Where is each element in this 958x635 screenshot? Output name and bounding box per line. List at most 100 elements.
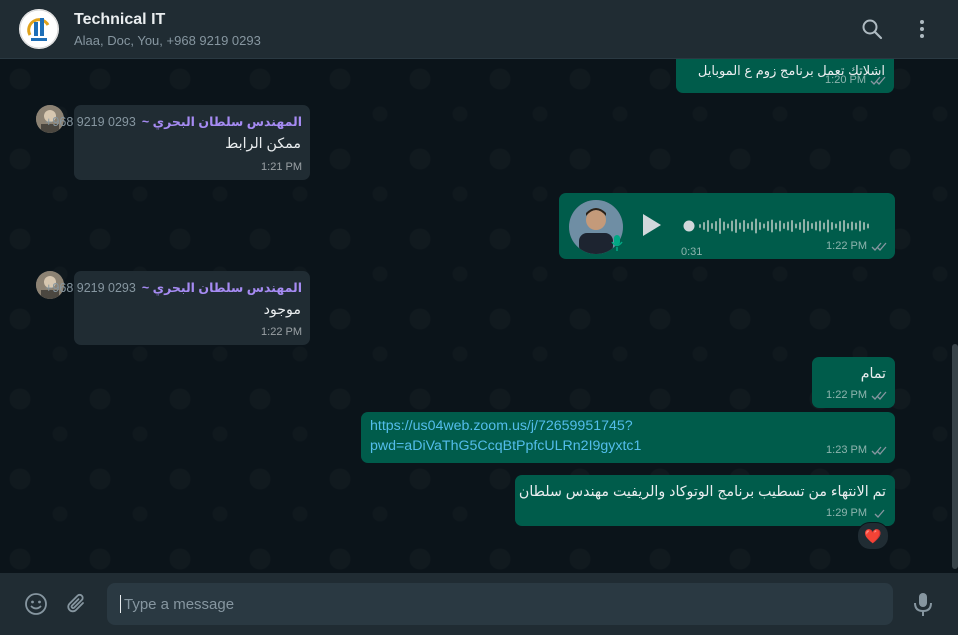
scrollbar-thumb[interactable] xyxy=(952,344,958,569)
waveform-bar xyxy=(767,221,769,231)
single-check-icon xyxy=(874,509,885,518)
group-avatar[interactable] xyxy=(19,9,59,49)
chat-participants: Alaa, Doc, You, +968 9219 0293 xyxy=(74,33,261,48)
waveform-bar xyxy=(747,223,749,229)
waveform-bar xyxy=(799,222,801,230)
microphone-icon xyxy=(914,593,932,616)
zoom-link-line-2[interactable]: pwd=aDiVaThG5CcqBtPpfcULRn2I9gyxtc1 xyxy=(370,437,641,456)
sender-info: +968 9219 0293 ~ المهندس سلطان البحري xyxy=(45,113,302,132)
double-check-icon xyxy=(870,76,886,85)
message-input-placeholder: Type a message xyxy=(124,596,235,613)
double-check-icon xyxy=(871,391,887,400)
zoom-link-line-1[interactable]: https://us04web.zoom.us/j/72659951745? xyxy=(370,417,633,436)
voice-record-button[interactable] xyxy=(911,591,935,622)
message-bubble-outgoing[interactable]: تم الانتهاء من تسطيب برنامج الوتوكاد وال… xyxy=(515,475,895,526)
waveform-bar xyxy=(819,220,821,232)
message-meta: 1:20 PM xyxy=(825,71,886,90)
waveform-bar xyxy=(699,224,701,228)
waveform-bar xyxy=(803,219,805,233)
message-bubble-outgoing[interactable]: تمام 1:22 PM xyxy=(812,357,895,408)
waveform-bar xyxy=(771,219,773,233)
voice-message-bubble[interactable]: 0:31 1:22 PM xyxy=(559,193,895,259)
voice-duration: 0:31 xyxy=(681,246,703,258)
play-icon xyxy=(643,214,661,236)
waveform-bar xyxy=(723,221,725,231)
waveform-bar xyxy=(743,220,745,232)
waveform-bar xyxy=(755,218,757,234)
emoji-icon xyxy=(25,593,47,615)
menu-button[interactable] xyxy=(910,17,934,41)
waveform-bar xyxy=(739,222,741,230)
more-vertical-icon xyxy=(920,20,924,38)
message-text: تمام xyxy=(860,366,886,382)
waveform-bar xyxy=(791,220,793,232)
message-time: 1:20 PM xyxy=(825,74,866,86)
message-meta: 1:22 PM xyxy=(826,237,887,256)
waveform-bar xyxy=(787,221,789,231)
chat-title[interactable]: Technical IT xyxy=(74,11,165,29)
waveform-bar xyxy=(731,220,733,232)
waveform-bar xyxy=(839,221,841,231)
search-button[interactable] xyxy=(860,17,884,41)
play-button[interactable] xyxy=(639,211,665,239)
sender-name[interactable]: ~ المهندس سلطان البحري xyxy=(142,113,302,132)
waveform-icon xyxy=(683,218,869,234)
waveform-bar xyxy=(715,221,717,231)
waveform-bar xyxy=(751,221,753,231)
attach-button[interactable] xyxy=(65,592,89,621)
waveform-bar xyxy=(831,222,833,230)
sender-phone: +968 9219 0293 xyxy=(45,281,136,295)
message-bubble-outgoing[interactable]: اشلاتك تعمل برنامج زوم ع الموبايل 1:20 P… xyxy=(676,59,894,93)
text-caret xyxy=(120,595,121,613)
waveform-bar xyxy=(775,222,777,230)
waveform-bar xyxy=(711,223,713,229)
group-logo-icon xyxy=(19,9,59,49)
chat-header[interactable]: Technical IT Alaa, Doc, You, +968 9219 0… xyxy=(0,0,958,59)
waveform-bar xyxy=(727,223,729,229)
reaction-heart[interactable]: ❤️ xyxy=(857,522,889,550)
sender-phone: +968 9219 0293 xyxy=(45,115,136,129)
waveform-bar xyxy=(807,221,809,231)
waveform-bar xyxy=(851,221,853,231)
waveform-bar xyxy=(867,223,869,229)
sender-info: +968 9219 0293 ~ المهندس سلطان البحري xyxy=(45,279,302,298)
double-check-icon xyxy=(871,446,887,455)
message-meta: 1:21 PM xyxy=(261,158,302,177)
message-meta: 1:22 PM xyxy=(261,323,302,342)
waveform-bar xyxy=(719,218,721,234)
message-bubble-incoming[interactable]: +968 9219 0293 ~ المهندس سلطان البحري مو… xyxy=(45,271,310,345)
message-bubble-outgoing-link[interactable]: https://us04web.zoom.us/j/72659951745? p… xyxy=(361,412,895,463)
waveform-bar xyxy=(811,223,813,229)
waveform-bar xyxy=(847,223,849,229)
message-time: 1:22 PM xyxy=(826,240,867,252)
waveform-bar xyxy=(703,222,705,230)
voice-waveform[interactable] xyxy=(683,215,873,237)
waveform-bar xyxy=(863,222,865,230)
waveform-bar xyxy=(759,222,761,230)
waveform-bar xyxy=(707,220,709,232)
emoji-button[interactable] xyxy=(24,592,48,621)
waveform-bar xyxy=(859,220,861,232)
waveform-bar xyxy=(835,223,837,229)
waveform-bar xyxy=(783,223,785,229)
waveform-bar xyxy=(735,219,737,233)
waveform-bar xyxy=(823,222,825,230)
message-list[interactable]: اشلاتك تعمل برنامج زوم ع الموبايل 1:20 P… xyxy=(0,59,958,573)
message-time: 1:22 PM xyxy=(261,326,302,338)
sender-name[interactable]: ~ المهندس سلطان البحري xyxy=(142,279,302,298)
double-check-icon xyxy=(871,242,887,251)
microphone-icon xyxy=(611,235,623,251)
waveform-bar xyxy=(779,220,781,232)
message-text: تم الانتهاء من تسطيب برنامج الوتوكاد وال… xyxy=(518,484,886,500)
message-text: ممكن الرابط xyxy=(225,136,301,152)
message-time: 1:29 PM xyxy=(826,507,867,519)
waveform-bar xyxy=(827,219,829,233)
message-input[interactable]: Type a message xyxy=(107,583,893,625)
message-bubble-incoming[interactable]: +968 9219 0293 ~ المهندس سلطان البحري مم… xyxy=(45,105,310,180)
message-time: 1:22 PM xyxy=(826,389,867,401)
message-meta: 1:23 PM xyxy=(826,441,887,460)
search-icon xyxy=(862,19,883,40)
message-composer: Type a message xyxy=(0,573,958,635)
message-text: موجود xyxy=(263,302,301,318)
waveform-bar xyxy=(843,220,845,232)
